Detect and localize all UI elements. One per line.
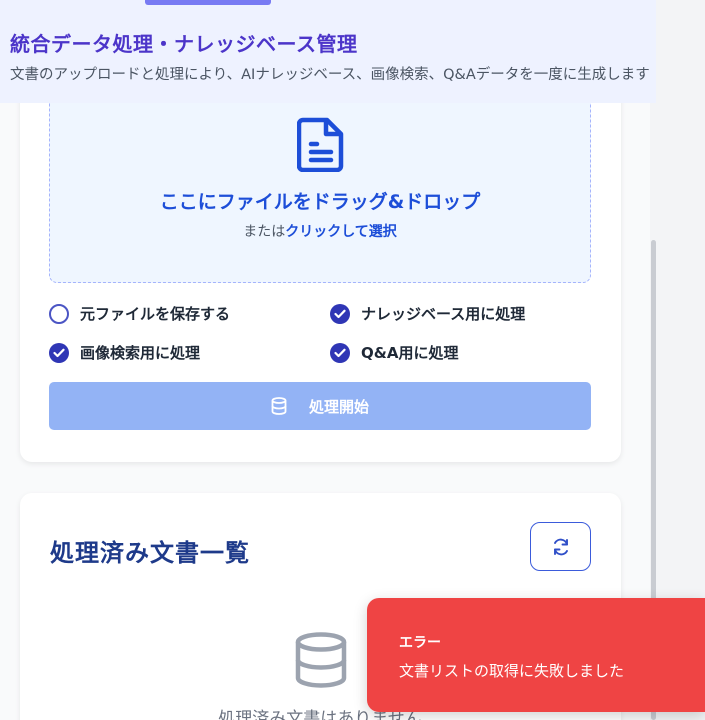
page-subtitle: 文書のアップロードと処理により、AIナレッジベース、画像検索、Q&Aデータを一度… <box>10 67 650 83</box>
toast-message: 文書リストの取得に失敗しました <box>399 662 625 680</box>
option-knowledge-base[interactable]: ナレッジベース用に処理 <box>330 303 525 324</box>
option-label: Q&A用に処理 <box>361 344 459 362</box>
option-qa[interactable]: Q&A用に処理 <box>330 342 458 363</box>
option-keep-original[interactable]: 元ファイルを保存する <box>49 303 230 324</box>
start-processing-button[interactable]: 処理開始 <box>49 382 591 430</box>
option-label: ナレッジベース用に処理 <box>361 305 526 323</box>
check-circle-icon <box>330 342 350 363</box>
check-circle-icon <box>330 303 350 324</box>
documents-title: 処理済み文書一覧 <box>50 539 250 567</box>
database-icon <box>271 397 287 415</box>
refresh-button[interactable] <box>530 522 591 571</box>
dropzone-prefix: または <box>243 224 286 240</box>
select-file-link[interactable]: クリックして選択 <box>285 224 397 240</box>
start-processing-label: 処理開始 <box>308 397 369 416</box>
app-window: ここにファイルをドラッグ&ドロップ またはクリックして選択 元ファイルを保存する… <box>0 0 705 720</box>
page-header: 統合データ処理・ナレッジベース管理 文書のアップロードと処理により、AIナレッジ… <box>0 0 656 103</box>
error-toast[interactable]: エラー 文書リストの取得に失敗しました <box>367 598 705 712</box>
check-circle-icon <box>49 342 69 363</box>
dropzone-subtitle: またはクリックして選択 <box>49 221 591 241</box>
database-icon <box>295 632 347 688</box>
dropzone-title: ここにファイルをドラッグ&ドロップ <box>159 191 481 213</box>
option-image-search[interactable]: 画像検索用に処理 <box>49 342 200 363</box>
active-tab-indicator <box>145 0 271 5</box>
page-title: 統合データ処理・ナレッジベース管理 <box>10 32 358 56</box>
toast-title: エラー <box>399 635 441 651</box>
file-text-icon <box>297 117 344 172</box>
option-label: 画像検索用に処理 <box>80 344 201 362</box>
option-label: 元ファイルを保存する <box>80 305 231 323</box>
circle-icon <box>49 303 69 324</box>
refresh-icon <box>553 538 568 555</box>
